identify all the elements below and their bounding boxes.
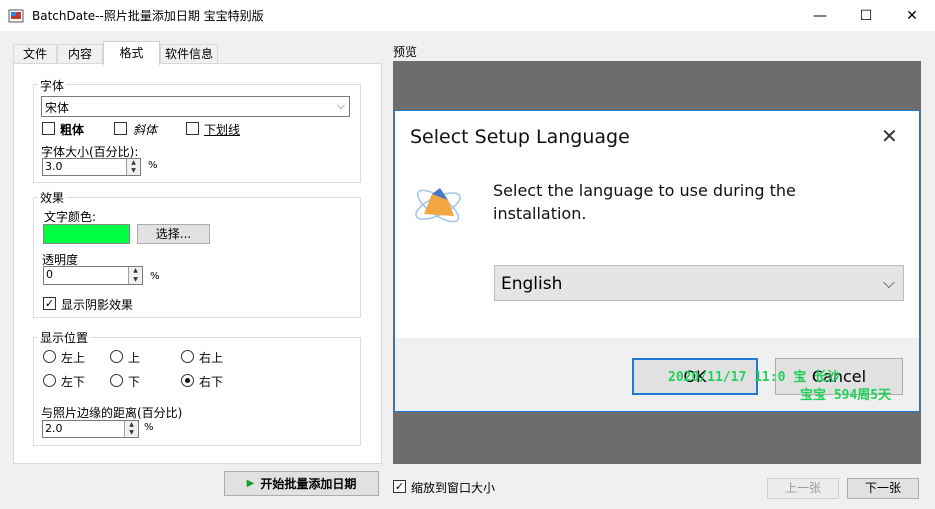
- radio-bottom-left[interactable]: [43, 374, 56, 387]
- edge-distance-spinner[interactable]: ▲ ▼: [124, 421, 138, 437]
- font-group-label: 字体: [38, 77, 67, 94]
- window-title: BatchDate--照片批量添加日期 宝宝特别版: [32, 9, 264, 23]
- chevron-down-icon: ⌵: [882, 273, 895, 292]
- language-value: English: [501, 274, 563, 294]
- date-stamp-line1: 2020/11/17 11:0 宝 长沙: [668, 370, 841, 385]
- date-stamp-line2: 宝宝 594周5天: [800, 388, 892, 403]
- radio-top[interactable]: [110, 350, 123, 363]
- tab-software-info[interactable]: 软件信息: [160, 44, 218, 64]
- dialog-message-line2: installation.: [493, 204, 587, 223]
- fit-window-label: 缩放到窗口大小: [411, 481, 496, 495]
- font-size-input[interactable]: 3.0 ▲ ▼: [42, 158, 141, 176]
- dialog-close-icon: ✕: [881, 124, 898, 148]
- opacity-value: 0: [46, 268, 53, 281]
- language-select: English ⌵: [494, 265, 904, 301]
- title-bar: BatchDate--照片批量添加日期 宝宝特别版 — ☐ ✕: [0, 0, 935, 31]
- shadow-checkbox[interactable]: ✓: [43, 297, 56, 310]
- shadow-label: 显示阴影效果: [61, 298, 134, 312]
- bold-checkbox[interactable]: [42, 122, 55, 135]
- text-color-swatch[interactable]: [43, 224, 130, 244]
- font-select[interactable]: 宋体 ⌵: [41, 96, 350, 117]
- radio-top-label: 上: [128, 351, 141, 365]
- font-size-value: 3.0: [45, 160, 63, 173]
- radio-bottom-label: 下: [128, 375, 141, 389]
- radio-bottom-left-label: 左下: [61, 375, 86, 389]
- effect-group-label: 效果: [38, 189, 67, 206]
- chevron-down-icon: ⌵: [336, 99, 345, 112]
- play-icon: ▶: [246, 478, 255, 489]
- radio-top-left[interactable]: [43, 350, 56, 363]
- italic-label: 斜体: [133, 123, 158, 137]
- radio-top-right[interactable]: [181, 350, 194, 363]
- edge-distance-value: 2.0: [45, 422, 63, 435]
- font-size-unit: %: [148, 160, 158, 171]
- radio-bottom[interactable]: [110, 374, 123, 387]
- radio-top-right-label: 右上: [199, 351, 224, 365]
- opacity-spinner[interactable]: ▲ ▼: [128, 267, 142, 284]
- font-select-value: 宋体: [45, 101, 70, 115]
- radio-bottom-right-label: 右下: [199, 375, 224, 389]
- radio-bottom-right[interactable]: [181, 374, 194, 387]
- opacity-input[interactable]: 0 ▲ ▼: [43, 266, 143, 285]
- preview-label: 预览: [393, 45, 418, 59]
- minimize-button[interactable]: —: [797, 0, 843, 31]
- bold-label: 粗体: [60, 123, 85, 137]
- fit-window-checkbox[interactable]: ✓: [393, 480, 406, 493]
- tab-content[interactable]: 内容: [57, 44, 103, 64]
- edge-distance-unit: %: [144, 422, 154, 433]
- dialog-title: Select Setup Language: [410, 126, 630, 148]
- tab-file[interactable]: 文件: [13, 44, 57, 64]
- dialog-message-line1: Select the language to use during the: [493, 181, 796, 200]
- edge-distance-input[interactable]: 2.0 ▲ ▼: [42, 420, 139, 438]
- next-image-button[interactable]: 下一张: [847, 478, 919, 499]
- setup-icon: [410, 180, 466, 230]
- tab-format[interactable]: 格式: [103, 41, 160, 65]
- radio-top-left-label: 左上: [61, 351, 86, 365]
- position-group-label: 显示位置: [38, 329, 91, 346]
- start-batch-label: 开始批量添加日期: [260, 477, 357, 491]
- opacity-unit: %: [150, 271, 160, 282]
- choose-color-button[interactable]: 选择...: [137, 224, 210, 244]
- edge-distance-label: 与照片边缘的距离(百分比): [41, 406, 183, 420]
- close-button[interactable]: ✕: [889, 0, 935, 31]
- font-size-spinner[interactable]: ▲ ▼: [126, 159, 140, 175]
- underline-checkbox[interactable]: [186, 122, 199, 135]
- start-batch-button[interactable]: ▶ 开始批量添加日期: [224, 471, 379, 496]
- app-icon: [8, 8, 24, 24]
- maximize-button[interactable]: ☐: [843, 0, 889, 31]
- prev-image-button[interactable]: 上一张: [767, 478, 839, 499]
- italic-checkbox[interactable]: [114, 122, 127, 135]
- text-color-label: 文字颜色:: [44, 210, 97, 224]
- underline-label: 下划线: [204, 123, 241, 137]
